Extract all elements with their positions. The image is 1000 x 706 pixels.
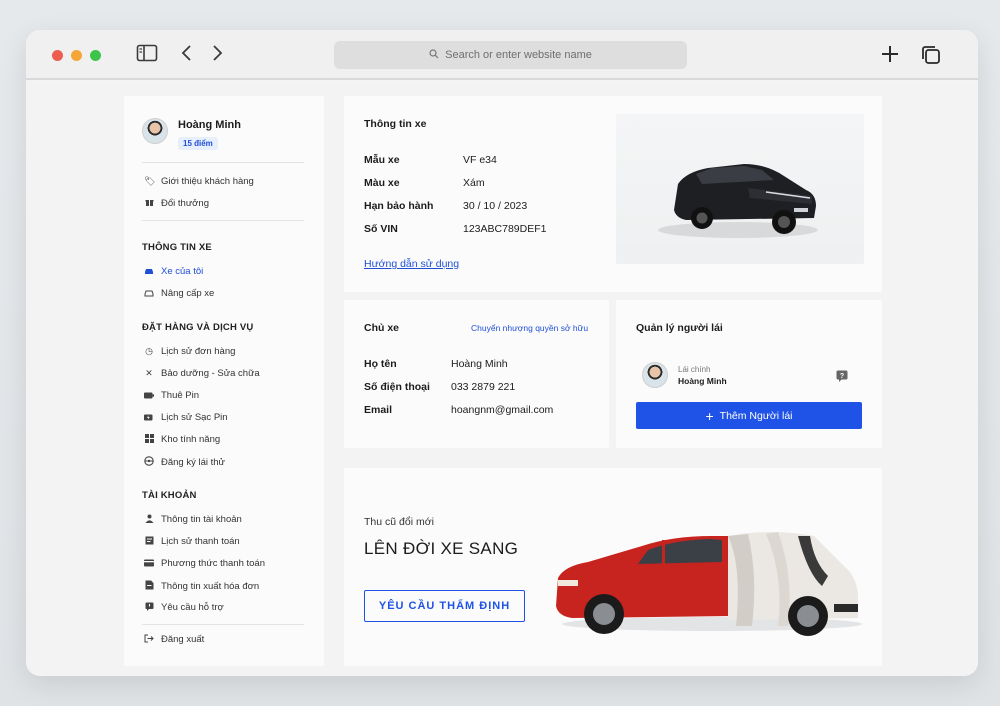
section-title-orders: ĐẶT HÀNG VÀ DỊCH VỤ [142,322,254,333]
sidebar-item-account-info[interactable]: Thông tin tài khoản [144,514,242,525]
vehicle-color-row: Màu xe Xám [364,177,485,189]
sidebar-item-features[interactable]: Kho tính năng [144,434,220,445]
owner-card: Chủ xe Chuyển nhượng quyền sở hữu Họ tên… [344,300,609,448]
sidebar-item-maintenance[interactable]: ✕ Bảo dưỡng - Sửa chữa [144,368,260,379]
sidebar-item-invoice-info[interactable]: Thông tin xuất hóa đơn [144,580,259,592]
forward-icon[interactable] [210,44,224,67]
section-title-account: TÀI KHOẢN [142,490,197,501]
search-icon [429,48,439,62]
logout-icon [144,634,154,645]
owner-email-row: Email hoangnm@gmail.com [364,404,554,416]
profile-name: Hoàng Minh [178,119,241,131]
address-bar[interactable]: Search or enter website name [334,41,687,69]
maximize-window-button[interactable] [90,50,101,61]
driver-role: Lái chính [678,364,711,374]
avatar [142,118,168,144]
new-tab-icon[interactable] [880,44,900,69]
request-appraisal-button[interactable]: YÊU CẦU THẨM ĐỊNH [364,590,525,622]
owner-phone-row: Số điện thoại 033 2879 221 [364,381,516,393]
promo-car-image [552,506,868,641]
battery-icon [144,391,154,401]
plus-icon: + [705,407,714,424]
car-upgrade-icon [144,289,154,299]
sidebar-item-logout[interactable]: Đăng xuất [144,634,204,645]
sidebar-item-test-drive[interactable]: Đăng ký lái thử [144,456,225,468]
sidebar-item-support[interactable]: Yêu cầu hỗ trợ [144,602,224,613]
account-sidebar: Hoàng Minh 15 điểm 🏷 Giới thiệu khách hà… [124,96,324,666]
sidebar-item-charge-history[interactable]: Lịch sử Sạc Pin [144,412,228,423]
tag-icon: 🏷 [144,176,156,186]
driver-avatar [642,362,668,388]
transfer-ownership-link[interactable]: Chuyển nhượng quyền sở hữu [471,323,588,333]
divider [142,162,304,163]
driver-name: Hoàng Minh [678,375,727,386]
user-profile[interactable]: Hoàng Minh 15 điểm [142,118,241,151]
vehicle-vin-row: Số VIN 123ABC789DEF1 [364,223,547,235]
vehicle-model-row: Mẫu xe VF e34 [364,154,497,166]
card-icon [144,559,154,569]
sidebar-item-my-car[interactable]: Xe của tôi [144,266,203,277]
history-icon: ◷ [145,346,153,356]
svg-text:?: ? [840,373,844,380]
tabs-overview-icon[interactable] [920,44,942,71]
drivers-card: Quản lý người lái Lái chính Hoàng Minh ?… [616,300,882,448]
add-driver-button[interactable]: + Thêm Người lái [636,402,862,429]
user-guide-link[interactable]: Hướng dẫn sử dụng [364,258,459,270]
steering-icon [144,456,154,468]
owner-name-row: Họ tên Hoàng Minh [364,358,508,370]
sidebar-item-payment-history[interactable]: Lịch sử thanh toán [144,536,240,547]
points-badge: 15 điểm [178,137,218,150]
grid-icon [144,434,154,445]
close-window-button[interactable] [52,50,63,61]
support-icon [144,602,154,613]
sidebar-toggle-icon[interactable] [136,44,158,67]
charge-icon [144,413,154,423]
browser-toolbar: Search or enter website name [26,30,978,80]
browser-window: Search or enter website name Hoàng Minh … [26,30,978,676]
promo-headline: LÊN ĐỜI XE SANG [364,539,519,558]
user-icon [144,514,154,525]
vehicle-info-title: Thông tin xe [364,118,427,130]
minimize-window-button[interactable] [71,50,82,61]
address-placeholder: Search or enter website name [445,49,592,61]
wrench-icon: ✕ [145,368,153,378]
driver-help-icon[interactable]: ? [836,369,848,387]
sidebar-item-payment-method[interactable]: Phương thức thanh toán [144,558,265,569]
trade-in-promo-card: Thu cũ đổi mới LÊN ĐỜI XE SANG YÊU CẦU T… [344,468,882,666]
car-icon [144,267,154,277]
sidebar-item-referral[interactable]: 🏷 Giới thiệu khách hàng [144,176,254,187]
sidebar-item-order-history[interactable]: ◷ Lịch sử đơn hàng [144,346,235,357]
owner-title: Chủ xe [364,322,400,334]
vehicle-info-card: Thông tin xe Mẫu xe VF e34 Màu xe Xám Hạ… [344,96,882,292]
invoice-icon [144,580,154,592]
divider [142,624,304,625]
vehicle-warranty-row: Hạn bảo hành 30 / 10 / 2023 [364,200,528,212]
driver-entry[interactable]: Lái chính Hoàng Minh [642,362,727,388]
gift-icon [144,198,154,209]
receipt-icon [144,536,154,547]
sidebar-item-upgrade-car[interactable]: Nâng cấp xe [144,288,214,299]
drivers-title: Quản lý người lái [636,322,723,334]
divider [142,220,304,221]
back-icon[interactable] [180,44,194,67]
vehicle-image [616,114,864,264]
page-content: Hoàng Minh 15 điểm 🏷 Giới thiệu khách hà… [26,82,978,676]
section-title-vehicle: THÔNG TIN XE [142,242,212,253]
sidebar-item-battery-rental[interactable]: Thuê Pin [144,390,199,401]
promo-subtitle: Thu cũ đổi mới [364,516,434,528]
sidebar-item-rewards[interactable]: Đổi thưởng [144,198,209,209]
